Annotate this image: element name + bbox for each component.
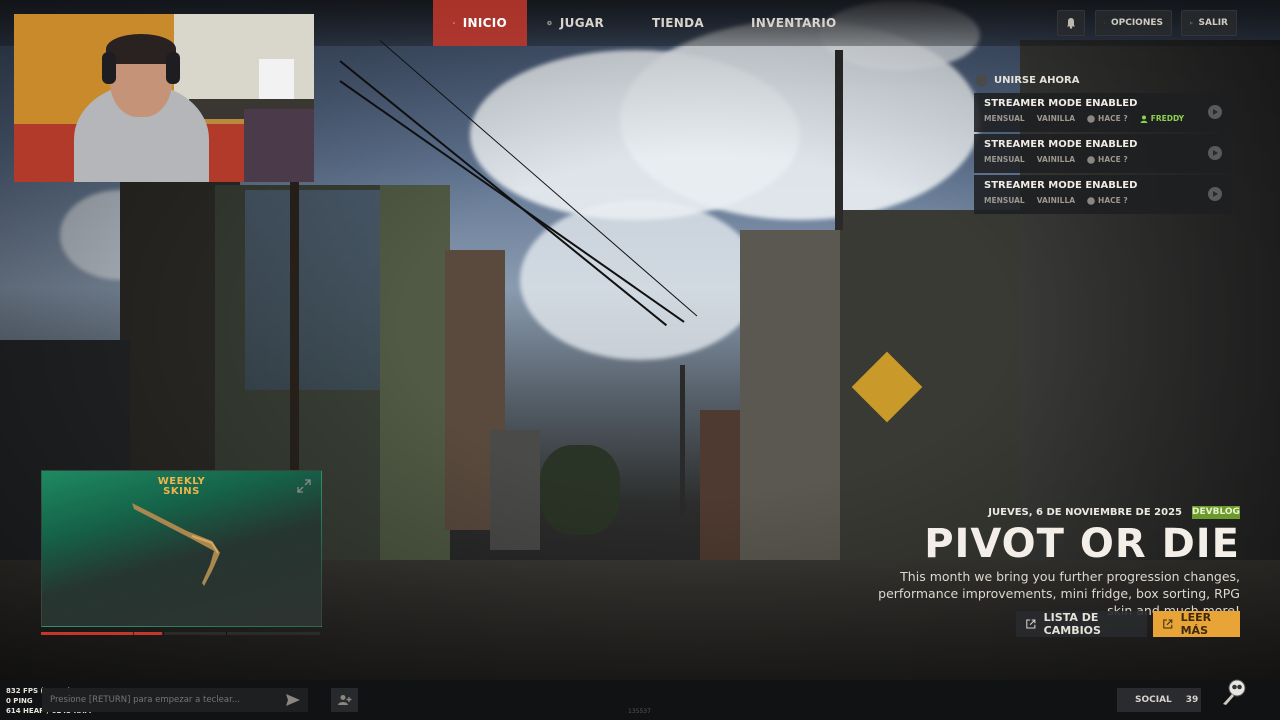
exit-label: SALIR xyxy=(1198,18,1228,28)
news-date: JUEVES, 6 DE NOVIEMBRE DE 2025 xyxy=(988,507,1182,518)
changelog-label: LISTA DE CAMBIOS xyxy=(1043,611,1101,637)
read-more-button[interactable]: LEER MÁS xyxy=(1153,611,1240,637)
options-label: OPCIONES xyxy=(1110,18,1163,28)
home-icon xyxy=(453,22,455,24)
changelog-button[interactable]: LISTA DE CAMBIOS xyxy=(1016,611,1147,637)
server-icon xyxy=(975,74,988,87)
nav-tab-tienda[interactable]: TIENDA xyxy=(624,0,723,46)
gear-icon xyxy=(1104,22,1105,24)
join-now-header: UNIRSE AHORA xyxy=(975,74,1079,87)
profile-avatar-icon[interactable] xyxy=(1220,676,1250,706)
server-name: STREAMER MODE ENABLED xyxy=(984,98,1138,109)
nav-tab-label: INICIO xyxy=(462,16,507,30)
weekly-skins-logo: WEEKLY SKINS xyxy=(157,476,206,497)
nav-tab-inicio[interactable]: INICIO xyxy=(433,0,527,46)
clock-icon xyxy=(1087,196,1095,205)
social-label: SOCIAL xyxy=(1135,695,1172,705)
server-type: MENSUAL xyxy=(984,114,1025,123)
expand-icon[interactable] xyxy=(297,479,311,493)
bell-icon xyxy=(1067,18,1075,29)
server-name: STREAMER MODE ENABLED xyxy=(984,139,1138,150)
server-wipe-age: HACE ? xyxy=(1098,114,1128,123)
webcam-overlay xyxy=(14,14,314,182)
server-mode: VAINILLA xyxy=(1036,114,1076,123)
play-icon xyxy=(547,20,552,26)
external-link-icon xyxy=(1026,619,1036,629)
server-name: STREAMER MODE ENABLED xyxy=(984,180,1138,191)
chat-input[interactable] xyxy=(42,688,308,712)
nav-tab-inventario[interactable]: INVENTARIO xyxy=(723,0,847,46)
clock-icon xyxy=(1087,155,1095,164)
server-row[interactable]: STREAMER MODE ENABLED MENSUAL VAINILLA H… xyxy=(974,93,1232,132)
news-title: PIVOT OR DIE xyxy=(924,521,1240,567)
server-friend: FREDDY xyxy=(1150,114,1185,123)
server-type: MENSUAL xyxy=(984,196,1025,205)
server-play-icon[interactable] xyxy=(1208,105,1222,119)
social-button[interactable]: SOCIAL 39 xyxy=(1117,688,1201,712)
party-button[interactable] xyxy=(331,688,358,712)
nav-tab-jugar[interactable]: JUGAR xyxy=(527,0,624,46)
skins-carousel-progress xyxy=(41,632,320,635)
server-type: MENSUAL xyxy=(984,155,1025,164)
notifications-button[interactable] xyxy=(1057,10,1085,36)
server-row[interactable]: STREAMER MODE ENABLED MENSUAL VAINILLA H… xyxy=(974,175,1232,214)
server-play-icon[interactable] xyxy=(1208,146,1222,160)
build-number: 135537 xyxy=(628,708,651,715)
server-mode: VAINILLA xyxy=(1036,155,1076,164)
send-icon[interactable] xyxy=(284,692,302,708)
read-more-label: LEER MÁS xyxy=(1180,611,1212,637)
server-row[interactable]: STREAMER MODE ENABLED MENSUAL VAINILLA H… xyxy=(974,134,1232,173)
nav-tab-label: TIENDA xyxy=(652,16,704,30)
options-button[interactable]: OPCIONES xyxy=(1095,10,1172,36)
server-mode: VAINILLA xyxy=(1036,196,1076,205)
exit-button[interactable]: SALIR xyxy=(1181,10,1237,36)
weapon-skin-image xyxy=(132,503,220,586)
friend-icon xyxy=(1140,115,1148,123)
users-icon xyxy=(337,695,351,705)
exit-icon xyxy=(1190,21,1193,25)
server-wipe-age: HACE ? xyxy=(1098,155,1128,164)
clock-icon xyxy=(1087,114,1095,123)
weekly-skins-panel[interactable]: WEEKLY SKINS xyxy=(41,470,322,627)
server-wipe-age: HACE ? xyxy=(1098,196,1128,205)
nav-tab-label: JUGAR xyxy=(559,16,604,30)
social-count: 39 xyxy=(1185,695,1199,705)
external-link-icon xyxy=(1163,619,1173,629)
devblog-tag: DEVBLOG xyxy=(1192,506,1240,519)
nav-tab-label: INVENTARIO xyxy=(751,16,837,30)
join-now-label: UNIRSE AHORA xyxy=(994,75,1080,86)
server-play-icon[interactable] xyxy=(1208,187,1222,201)
